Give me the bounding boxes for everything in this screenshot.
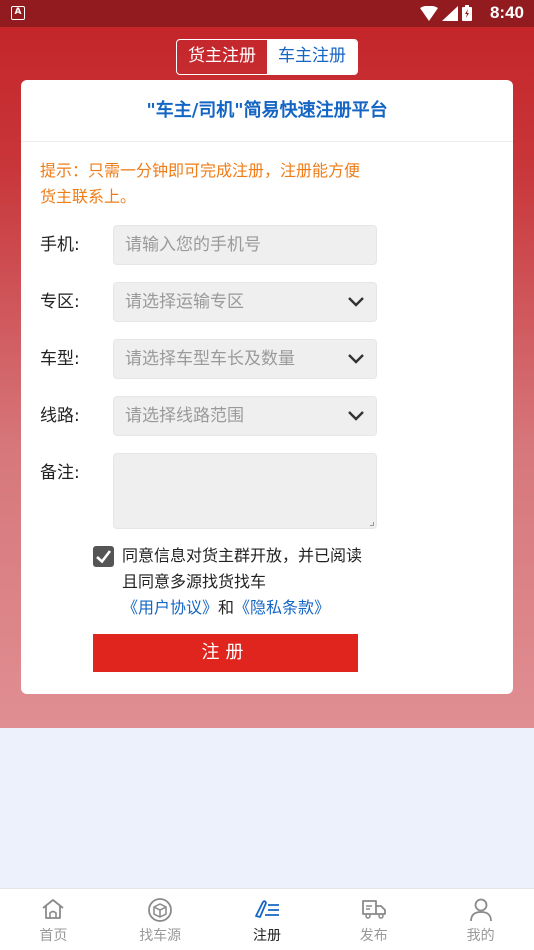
home-icon: [42, 899, 64, 919]
chevron-down-icon: [348, 297, 364, 307]
status-bar: A 8:40: [0, 0, 534, 27]
box-icon: [148, 898, 173, 922]
user-agreement-link[interactable]: 《用户协议》: [122, 598, 218, 617]
chevron-down-icon: [348, 411, 364, 421]
zone-placeholder: 请选择运输专区: [125, 292, 244, 312]
phone-input[interactable]: 请输入您的手机号: [113, 225, 377, 265]
app-notification-icon: A: [11, 6, 25, 20]
chevron-down-icon: [348, 354, 364, 364]
tab-home[interactable]: 首页: [0, 889, 107, 950]
tab-shipper-register[interactable]: 货主注册: [177, 40, 267, 74]
register-card: "车主/司机"简易快速注册平台 提示：只需一分钟即可完成注册，注册能方便货主联系…: [21, 80, 513, 694]
zone-select[interactable]: 请选择运输专区: [113, 282, 377, 322]
remark-textarea[interactable]: [113, 453, 377, 529]
tab-driver-register[interactable]: 车主注册: [267, 40, 357, 74]
tab-register[interactable]: 注册: [214, 889, 321, 950]
route-select[interactable]: 请选择线路范围: [113, 396, 377, 436]
checkmark-icon: [96, 550, 112, 564]
route-label: 线路:: [40, 406, 80, 426]
vehicle-label: 车型:: [40, 349, 80, 369]
phone-placeholder: 请输入您的手机号: [125, 235, 261, 255]
agree-checkbox[interactable]: [93, 546, 114, 567]
bottom-tab-bar: 首页 找车源 注册 发布 我的: [0, 888, 534, 950]
card-title: "车主/司机"简易快速注册平台: [21, 80, 513, 142]
user-icon: [469, 898, 492, 922]
status-time: 8:40: [489, 3, 524, 22]
signal-icon: [442, 5, 458, 21]
register-button[interactable]: 注册: [93, 634, 358, 672]
route-placeholder: 请选择线路范围: [125, 406, 244, 426]
tab-mine[interactable]: 我的: [427, 889, 534, 950]
truck-icon: [361, 900, 386, 919]
battery-icon: [462, 5, 472, 21]
tab-publish[interactable]: 发布: [320, 889, 427, 950]
tab-find-vehicle[interactable]: 找车源: [107, 889, 214, 950]
vehicle-placeholder: 请选择车型车长及数量: [125, 349, 295, 369]
resize-handle[interactable]: [370, 522, 374, 526]
edit-list-icon: [255, 900, 279, 918]
privacy-policy-link[interactable]: 《隐私条款》: [234, 598, 330, 617]
vehicle-select[interactable]: 请选择车型车长及数量: [113, 339, 377, 379]
agreement-text: 同意信息对货主群开放，并已阅读且同意多源找货找车《用户协议》和《隐私条款》: [122, 546, 363, 617]
tip-text: 提示：只需一分钟即可完成注册，注册能方便货主联系上。: [40, 161, 361, 206]
remark-label: 备注:: [40, 463, 80, 483]
zone-label: 专区:: [40, 292, 80, 312]
wifi-icon: [420, 5, 438, 21]
phone-label: 手机:: [40, 235, 80, 255]
register-type-toggle: 货主注册 车主注册: [176, 39, 358, 75]
